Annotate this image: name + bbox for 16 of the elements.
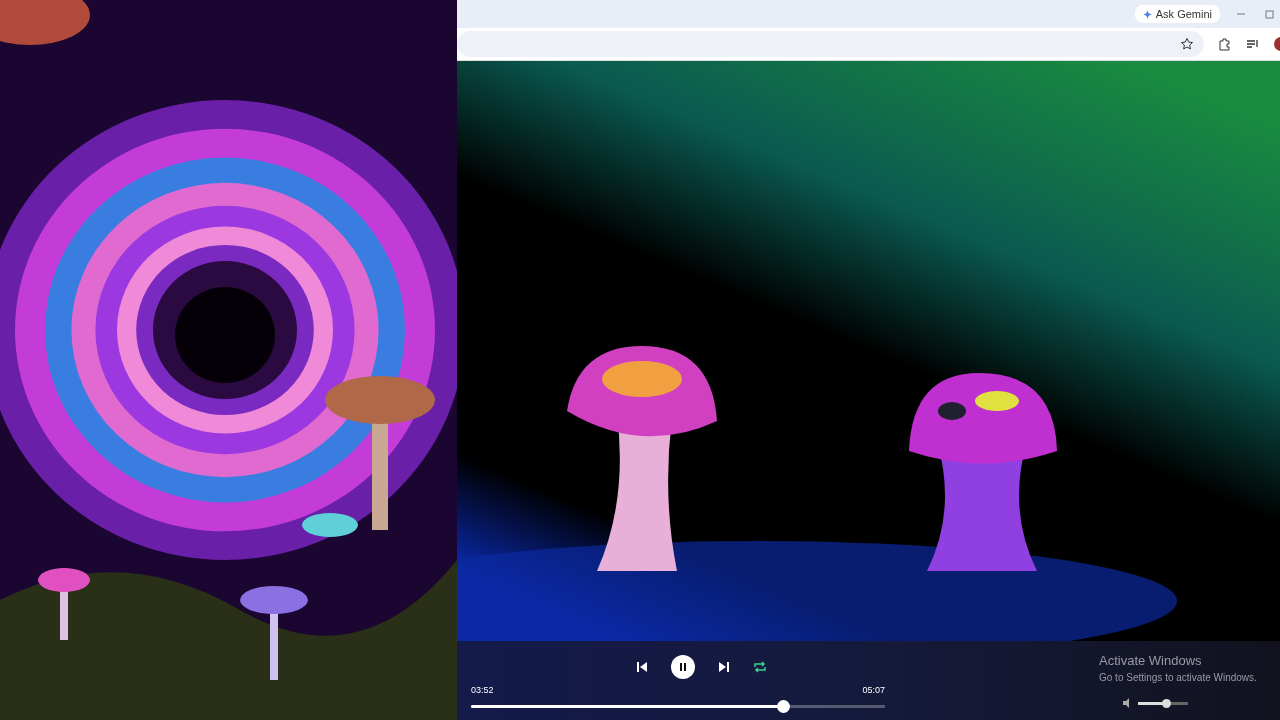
duration-time: 05:07 <box>862 685 885 695</box>
pause-icon <box>678 662 688 672</box>
sparkle-icon <box>1142 9 1152 19</box>
activation-title: Activate Windows <box>1099 653 1203 668</box>
star-icon[interactable] <box>1180 37 1194 51</box>
activation-message: Go to Settings to activate Windows. <box>1099 672 1257 683</box>
elapsed-time: 03:52 <box>471 685 494 695</box>
ask-gemini-button[interactable]: Ask Gemini <box>1134 5 1220 23</box>
previous-button[interactable] <box>635 660 649 674</box>
progress-thumb[interactable] <box>776 700 790 713</box>
media-icon[interactable] <box>1246 37 1260 51</box>
extensions-icon[interactable] <box>1218 37 1232 51</box>
pause-button[interactable] <box>671 655 695 679</box>
next-button[interactable] <box>717 660 731 674</box>
volume-thumb[interactable] <box>1161 698 1171 708</box>
repeat-button[interactable] <box>753 660 767 674</box>
